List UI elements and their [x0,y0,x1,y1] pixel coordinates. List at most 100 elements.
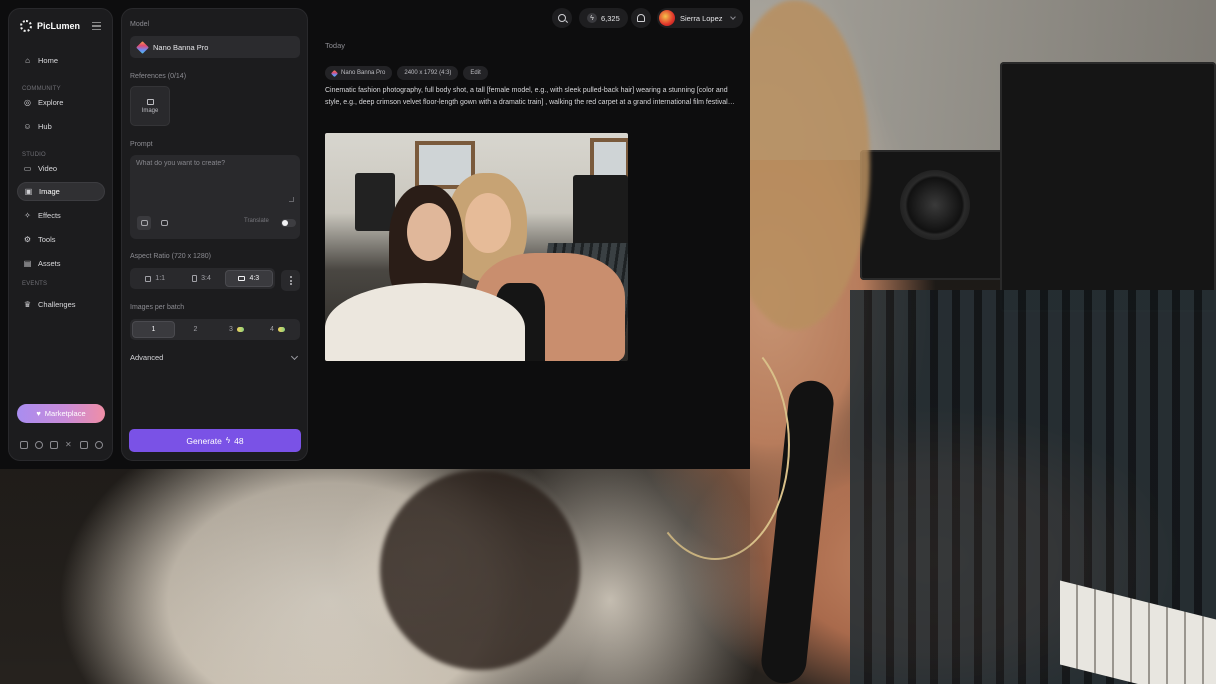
advanced-toggle[interactable]: Advanced [130,352,300,362]
aspect-option-3-4[interactable]: 3:4 [178,270,224,287]
generate-button[interactable]: Generate ϟ 48 [129,429,301,452]
premium-gem-icon [277,327,285,332]
sidebar-item-label: Challenges [38,300,76,309]
marketplace-label: Marketplace [44,409,86,418]
translate-toggle[interactable] [281,219,296,227]
search-button[interactable] [552,8,572,28]
add-reference-image-button[interactable]: Image [130,86,170,126]
gemini-icon [136,40,149,54]
aspect-option-4-3[interactable]: 4:3 [224,270,273,287]
prompt-image-icon[interactable] [157,216,171,230]
video-icon: ▭ [23,164,32,173]
batch-label: Images per batch [130,304,185,311]
discord-icon[interactable] [20,441,28,449]
users-icon: ☺ [23,122,32,131]
aspect-option-label: 1:1 [155,275,166,282]
edit-button[interactable]: Edit [463,66,488,80]
marketplace-button[interactable]: ♥ Marketplace [17,404,105,423]
sidebar-item-video[interactable]: ▭ Video [17,159,105,178]
bolt-icon: ϟ [587,13,597,23]
image-icon [146,98,154,105]
piclumen-logo-icon [20,20,32,32]
sidebar-item-label: Hub [38,122,52,131]
sidebar-item-label: Home [38,56,59,65]
aspect-option-label: 4:3 [249,275,260,282]
model-select[interactable]: Nano Banna Pro [130,36,300,58]
generated-image[interactable] [325,133,628,361]
translate-label: Translate [244,218,269,224]
trophy-icon: ♛ [23,300,32,309]
sidebar-item-image[interactable]: ▣ Image [17,182,105,201]
sidebar-item-home[interactable]: ⌂ Home [17,51,105,70]
date-label: Today [325,41,346,50]
instagram-icon[interactable] [50,441,58,449]
notifications-button[interactable] [631,8,651,28]
batch-option-2[interactable]: 2 [175,321,216,338]
batch-option-3[interactable]: 3 [216,321,257,338]
background-monitor [1000,62,1216,312]
square-icon [145,275,152,282]
sidebar-item-label: Image [39,187,60,196]
references-label: References (0/14) [130,73,187,80]
sidebar-item-hub[interactable]: ☺ Hub [17,117,105,136]
sidebar: PicLumen ⌂ Home COMMUNITY ◎ Explore ☺ Hu… [8,8,113,461]
social-links: ✕ [20,441,103,449]
generation-tags: Nano Banna Pro 2400 x 1792 (4:3) Edit [325,66,488,80]
aspect-option-label: 3:4 [201,275,211,282]
advanced-label: Advanced [130,353,164,362]
bolt-icon: ϟ [225,436,231,445]
batch-selector: 1 2 3 4 [130,319,300,340]
brand[interactable]: PicLumen [20,20,80,32]
sidebar-item-explore[interactable]: ◎ Explore [17,93,105,112]
aspect-option-1-1[interactable]: 1:1 [132,270,178,287]
sidebar-item-tools[interactable]: ⚙ Tools [17,230,105,249]
section-events: EVENTS [22,281,48,287]
bell-icon [637,14,645,22]
image-icon: ▣ [24,187,33,196]
sidebar-item-label: Effects [38,211,61,220]
brand-name: PicLumen [37,21,81,31]
sidebar-item-effects[interactable]: ✧ Effects [17,206,105,225]
size-tag: 2400 x 1792 (4:3) [397,66,459,80]
credits-badge[interactable]: ϟ 6,325 [579,8,628,28]
youtube-icon[interactable] [80,441,88,449]
landscape-icon [238,276,246,281]
resize-handle[interactable] [289,197,294,202]
premium-gem-icon [236,327,244,332]
size-tag-label: 2400 x 1792 (4:3) [404,70,452,76]
wand-icon: ✧ [24,211,31,220]
tiktok-icon[interactable] [95,441,103,449]
user-name: Sierra Lopez [680,13,723,23]
section-studio: STUDIO [22,152,46,158]
batch-option-label: 4 [270,326,274,333]
generate-label: Generate [186,435,222,446]
background-shade [0,469,750,684]
facebook-icon[interactable] [35,441,43,449]
prompt-box: Translate [130,155,300,239]
batch-option-label: 2 [193,326,198,333]
model-label: Model [130,21,150,28]
batch-option-label: 3 [229,326,233,333]
model-tag-label: Nano Banna Pro [341,70,386,76]
gemini-icon [330,69,339,77]
generate-cost: 48 [234,435,244,446]
compass-icon: ◎ [24,98,31,107]
sidebar-item-assets[interactable]: ▤ Assets [17,254,105,273]
batch-option-4[interactable]: 4 [257,321,298,338]
x-icon[interactable]: ✕ [65,441,73,449]
reference-button-label: Image [141,107,159,114]
more-options-button[interactable] [281,270,300,291]
collapse-sidebar-icon[interactable] [92,22,101,30]
sidebar-item-challenges[interactable]: ♛ Challenges [17,295,105,314]
sidebar-item-label: Tools [38,235,56,244]
batch-option-1[interactable]: 1 [132,321,175,338]
model-tag: Nano Banna Pro [325,66,393,80]
batch-option-label: 1 [151,326,156,333]
prompt-input[interactable] [136,160,292,204]
sidebar-item-label: Assets [38,259,61,268]
prompt-enhance-icon[interactable] [137,216,151,230]
aspect-ratio-label: Aspect Ratio (720 x 1280) [130,253,211,260]
chevron-down-icon [290,352,299,360]
edit-label: Edit [470,70,481,76]
user-menu[interactable]: Sierra Lopez [657,8,743,28]
